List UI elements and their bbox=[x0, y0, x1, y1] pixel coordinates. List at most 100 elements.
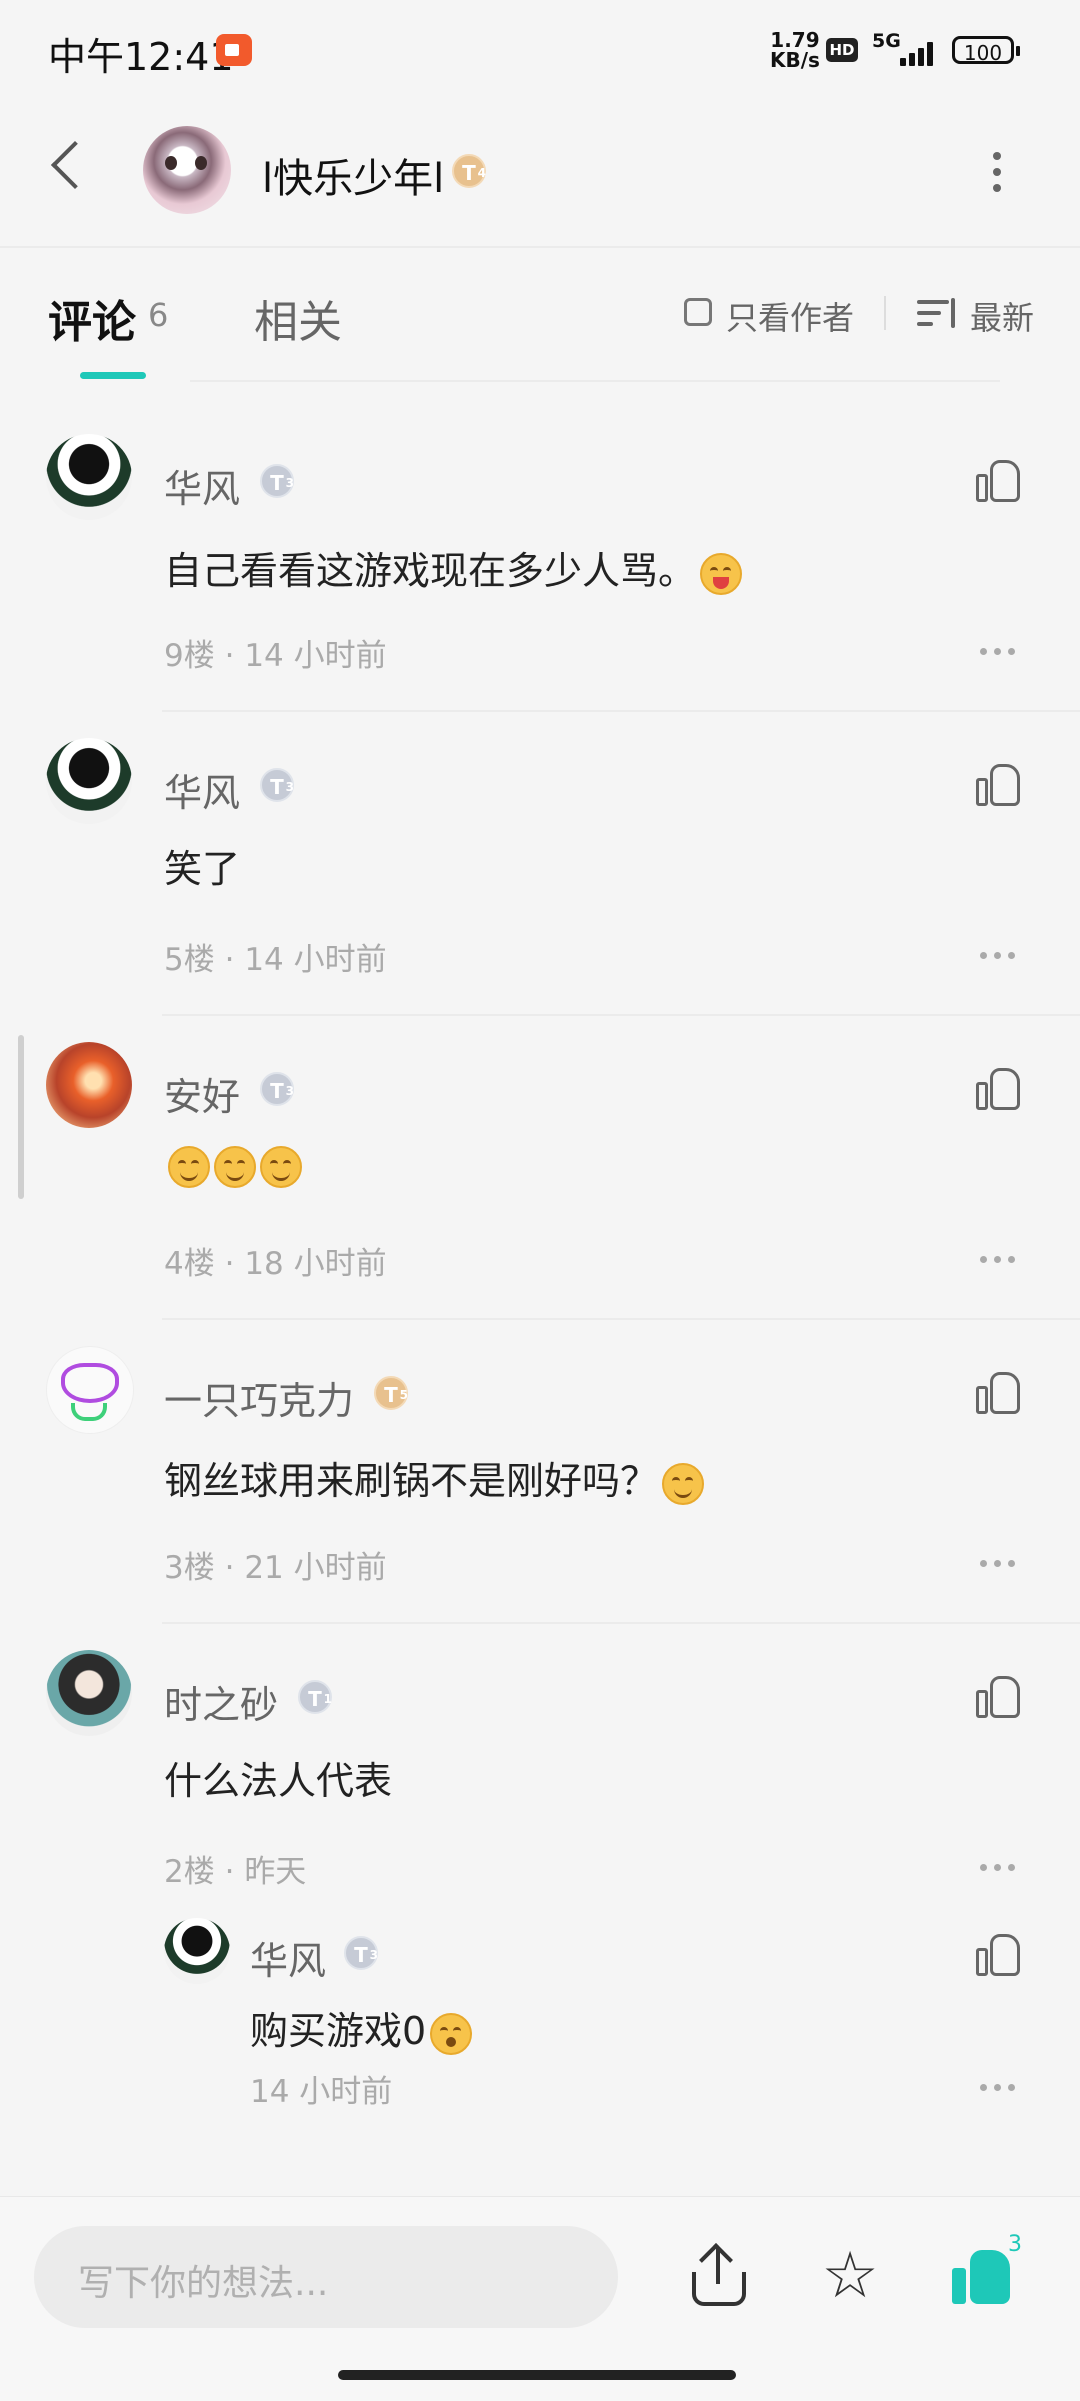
scrollbar[interactable] bbox=[18, 1035, 24, 1199]
meta-separator: · bbox=[224, 1854, 235, 1890]
header-divider bbox=[0, 246, 1080, 248]
author-only-toggle[interactable]: 只看作者 bbox=[726, 293, 854, 339]
comment-username[interactable]: 华风 bbox=[164, 458, 240, 513]
tab-related[interactable]: 相关 bbox=[254, 286, 342, 350]
emoji-icon bbox=[662, 1462, 705, 1505]
avatar[interactable] bbox=[46, 738, 132, 824]
comment-meta: 4楼 · 18 小时前 bbox=[164, 1238, 387, 1283]
signal-icon bbox=[900, 40, 940, 66]
level-badge-number: 3 bbox=[285, 780, 294, 794]
more-horizontal-icon[interactable] bbox=[980, 2084, 1016, 2092]
network-type: 5G bbox=[872, 30, 901, 52]
network-speed: 1.79 KB/s bbox=[770, 30, 820, 70]
comment-floor: 9楼 bbox=[164, 638, 215, 674]
level-badge-number: 3 bbox=[285, 476, 294, 490]
comment-divider bbox=[162, 1318, 1080, 1320]
level-badge-letter: T bbox=[308, 1687, 322, 1711]
level-badge-letter: T bbox=[270, 471, 284, 495]
level-badge: T3 bbox=[260, 768, 294, 802]
comment-text: 自己看看这游戏现在多少人骂。 bbox=[164, 540, 743, 595]
comment-time: 18 小时前 bbox=[244, 1246, 387, 1282]
emoji-icon bbox=[260, 1145, 302, 1188]
like-icon[interactable] bbox=[976, 1066, 1020, 1112]
home-indicator[interactable] bbox=[338, 2370, 736, 2380]
tab-comments[interactable]: 评论 bbox=[48, 286, 136, 350]
comment-floor: 5楼 bbox=[164, 942, 215, 978]
more-horizontal-icon[interactable] bbox=[980, 952, 1016, 960]
comment-floor: 3楼 bbox=[164, 1550, 215, 1586]
like-icon[interactable] bbox=[976, 1932, 1020, 1978]
comment-text bbox=[164, 1142, 302, 1188]
like-icon[interactable] bbox=[976, 458, 1020, 504]
level-badge-number: 1 bbox=[323, 1692, 332, 1706]
active-tab-indicator bbox=[80, 372, 146, 379]
network-speed-unit: KB/s bbox=[770, 48, 820, 72]
comment-floor: 2楼 bbox=[164, 1854, 215, 1890]
level-badge-letter: T bbox=[384, 1383, 398, 1407]
comment-meta: 9楼 · 14 小时前 bbox=[164, 630, 387, 675]
level-badge: T1 bbox=[298, 1680, 332, 1714]
sort-icon[interactable] bbox=[917, 298, 957, 330]
like-icon[interactable] bbox=[976, 1370, 1020, 1416]
comments-count: 6 bbox=[148, 296, 169, 334]
author-avatar[interactable] bbox=[143, 126, 231, 214]
meta-separator: · bbox=[224, 942, 235, 978]
level-badge: T4 bbox=[452, 154, 486, 188]
battery-icon: 100 bbox=[952, 36, 1020, 65]
comment-meta: 5楼 · 14 小时前 bbox=[164, 934, 387, 979]
more-horizontal-icon[interactable] bbox=[980, 1560, 1016, 1568]
like-icon[interactable] bbox=[976, 762, 1020, 808]
reply-username[interactable]: 华风 bbox=[250, 1930, 326, 1985]
reply-time: 14 小时前 bbox=[250, 2074, 393, 2110]
like-count: 3 bbox=[1008, 2232, 1022, 2257]
comment-time: 昨天 bbox=[244, 1854, 307, 1890]
level-badge: T5 bbox=[374, 1376, 408, 1410]
tab-separator bbox=[884, 296, 886, 330]
more-horizontal-icon[interactable] bbox=[980, 1256, 1016, 1264]
comment-input-placeholder[interactable]: 写下你的想法... bbox=[78, 2254, 328, 2306]
avatar[interactable] bbox=[46, 1650, 132, 1736]
avatar[interactable] bbox=[46, 1042, 132, 1128]
avatar[interactable] bbox=[46, 1346, 134, 1434]
author-name[interactable]: l快乐少年l bbox=[262, 146, 444, 204]
more-vertical-icon[interactable] bbox=[991, 150, 1001, 194]
level-badge-number: 3 bbox=[369, 1948, 378, 1962]
comment-username[interactable]: 时之砂 bbox=[164, 1674, 278, 1729]
comment-divider bbox=[162, 1014, 1080, 1016]
comment-meta: 2楼 · 昨天 bbox=[164, 1846, 306, 1891]
comment-floor: 4楼 bbox=[164, 1246, 215, 1282]
hd-icon: HD bbox=[826, 38, 858, 62]
level-badge-letter: T bbox=[462, 161, 476, 185]
meta-separator: · bbox=[224, 1246, 235, 1282]
comment-username[interactable]: 华风 bbox=[164, 762, 240, 817]
more-horizontal-icon[interactable] bbox=[980, 1864, 1016, 1872]
comment-text: 什么法人代表 bbox=[164, 1759, 393, 1803]
level-badge-letter: T bbox=[270, 1079, 284, 1103]
like-icon[interactable] bbox=[976, 1674, 1020, 1720]
like-icon[interactable] bbox=[952, 2246, 1012, 2306]
star-icon[interactable]: ☆ bbox=[818, 2244, 882, 2308]
comment-username[interactable]: 安好 bbox=[164, 1066, 240, 1121]
reply-text-content: 购买游戏0 bbox=[250, 2009, 427, 2053]
level-badge: T3 bbox=[260, 1072, 294, 1106]
avatar[interactable] bbox=[46, 434, 132, 520]
comment-time: 14 小时前 bbox=[244, 638, 387, 674]
comment-meta: 3楼 · 21 小时前 bbox=[164, 1542, 387, 1587]
level-badge-number: 3 bbox=[285, 1084, 294, 1098]
tabs-divider bbox=[190, 380, 1000, 382]
checkbox-icon[interactable] bbox=[684, 298, 712, 326]
more-horizontal-icon[interactable] bbox=[980, 648, 1016, 656]
emoji-icon bbox=[214, 1145, 256, 1188]
status-bar: 中午12:41 1.79 KB/s HD 5G 100 bbox=[0, 0, 1080, 100]
emoji-icon bbox=[168, 1145, 210, 1188]
level-badge-number: 5 bbox=[399, 1388, 408, 1402]
comment-username[interactable]: 一只巧克力 bbox=[164, 1370, 354, 1425]
share-icon[interactable] bbox=[690, 2243, 748, 2308]
sort-latest[interactable]: 最新 bbox=[970, 293, 1034, 339]
comment-text-content: 自己看看这游戏现在多少人骂。 bbox=[164, 549, 697, 593]
meta-separator: · bbox=[224, 638, 235, 674]
reply-text: 购买游戏0 bbox=[250, 2000, 473, 2055]
back-icon[interactable] bbox=[50, 140, 100, 190]
comment-divider bbox=[162, 1622, 1080, 1624]
avatar[interactable] bbox=[164, 1918, 230, 1984]
